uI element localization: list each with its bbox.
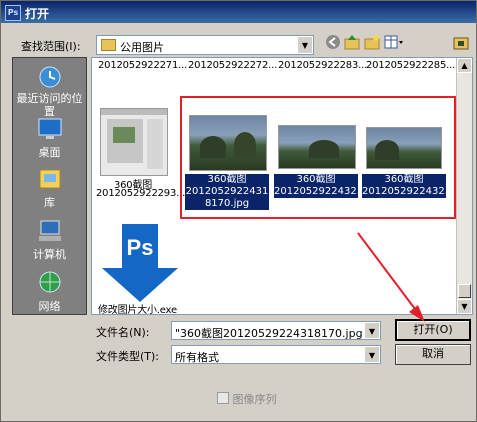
lookin-value: 公用图片 [120,41,164,54]
filetype-combo[interactable]: 所有格式 ▼ [171,345,381,364]
file-thumbnail [189,115,267,171]
desktop-icon [36,116,64,142]
vertical-scrollbar[interactable]: ▲ ▼ [456,58,472,314]
photoshop-app-icon: Ps [5,5,21,21]
file-caption-line1: 360截图 [207,174,247,185]
place-label: 库 [44,196,55,209]
place-desktop[interactable]: 桌面 [13,116,86,160]
lookin-label: 查找范围(I): [21,40,81,53]
scroll-up-arrow[interactable]: ▲ [457,58,472,73]
file-name[interactable]: 2012052922272... [188,60,277,71]
file-caption-line2: 2012052922432... [362,186,455,197]
selected-caption: 360截图 2012052922432... [362,174,455,198]
place-libraries[interactable]: 库 [13,166,86,210]
file-name: 修改图片大小.exe [98,305,177,315]
network-icon [36,270,64,296]
lookin-combo[interactable]: 公用图片 ▼ [96,35,314,55]
title-bar: Ps 打开 [1,1,476,23]
libraries-icon [36,166,64,192]
place-label: 桌面 [38,146,61,159]
back-icon[interactable] [323,33,343,53]
image-sequence-label: 图像序列 [232,393,277,406]
file-name[interactable]: 2012052922285... [366,60,455,71]
filename-label: 文件名(N): [96,326,150,339]
file-thumbnail [278,125,356,169]
file-name[interactable]: 2012052922271... [98,60,187,71]
file-caption-line2: 2012052922293... [96,188,186,199]
place-computer[interactable]: 计算机 [13,218,86,262]
file-list-view[interactable]: 2012052922271... 2012052922272... 201205… [91,57,473,315]
selected-caption: 360截图 20120529224318170.jpg [185,174,269,210]
file-thumbnail [366,127,442,169]
file-caption-line2: 2012052922432... [274,186,367,197]
filetype-label: 文件类型(T): [96,350,160,363]
recent-places-icon [36,64,64,90]
up-folder-icon[interactable] [342,33,362,53]
place-label: 网络 [38,300,61,313]
image-sequence-option[interactable]: 图像序列 [217,391,277,407]
new-folder-icon[interactable] [362,33,382,53]
folder-icon [101,39,116,51]
place-recent[interactable]: 最近访问的位置 [13,64,86,118]
scroll-thumb[interactable] [458,284,471,298]
svg-text:Ps: Ps [127,235,154,260]
chevron-down-icon[interactable]: ▼ [364,323,379,338]
file-name[interactable]: 2012052922283... [278,60,367,71]
image-sequence-checkbox[interactable] [217,392,229,404]
file-caption-line1: 360截图 [384,174,424,185]
selected-caption: 360截图 2012052922432... [274,174,367,198]
file-caption-line1: 360截图 [296,174,336,185]
file-caption-line2: 20120529224318170.jpg [185,186,269,209]
place-label: 计算机 [33,248,66,261]
filename-value[interactable]: "360截图20120529224318170.jpg" "360截 [175,325,363,341]
chevron-down-icon[interactable]: ▼ [297,37,312,53]
chevron-down-icon[interactable]: ▼ [364,347,379,362]
open-button[interactable]: 打开(O) [395,319,471,341]
filetype-value: 所有格式 [175,351,219,364]
extra-folder-icon[interactable] [451,33,471,53]
places-bar: 最近访问的位置 桌面 库 计算机 网络 [12,57,87,315]
file-thumbnail [100,108,168,176]
photoshop-exe-icon: Ps [100,224,180,302]
scroll-down-arrow[interactable]: ▼ [457,299,472,314]
place-label: 最近访问的位置 [16,92,83,118]
computer-icon [36,218,64,244]
cancel-button[interactable]: 取消 [395,344,471,365]
filename-combo[interactable]: "360截图20120529224318170.jpg" "360截 ▼ [171,321,381,340]
open-dialog: Ps 打开 查找范围(I): 公用图片 ▼ 最近访问的位置 桌面 库 计算机 网… [0,0,477,422]
window-title: 打开 [25,7,50,21]
views-menu-icon[interactable] [382,33,406,53]
place-network[interactable]: 网络 [13,270,86,314]
